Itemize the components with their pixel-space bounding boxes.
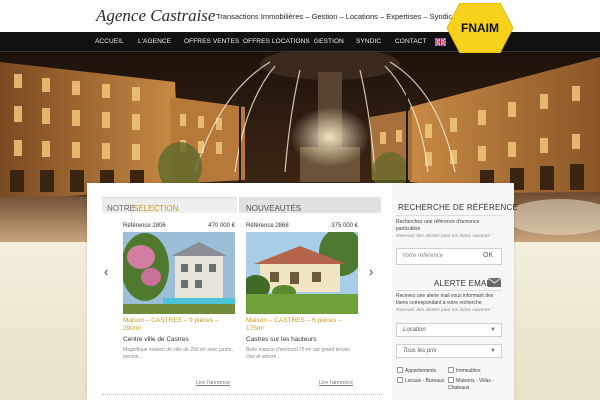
listing-card[interactable]: Référence 2806 470 000 € Maison – CASTRE…: [123, 223, 235, 391]
tab-selection-prefix: NOTRE: [107, 204, 135, 213]
chevron-down-icon: ▼: [490, 348, 496, 354]
divider: [396, 290, 502, 291]
nav-item-gestion[interactable]: GESTION: [314, 32, 344, 52]
listing-photo[interactable]: [246, 232, 358, 314]
divider: [102, 394, 382, 395]
listing-price: 470 000 €: [208, 223, 235, 229]
tab-nouveautes-label: NOUVEAUTÉS: [246, 204, 302, 213]
listing-location: Castres sur les hauteurs: [246, 336, 317, 343]
carousel-next-icon[interactable]: ›: [369, 264, 373, 279]
listing-location: Centre ville de Castres: [123, 336, 189, 343]
agency-tagline: Transactions Immobilières – Gestion – Lo…: [216, 12, 453, 21]
divider: [396, 215, 502, 216]
nav-item-contact[interactable]: CONTACT: [395, 32, 427, 52]
nav-item-offres-locations[interactable]: OFFRES LOCATIONS: [243, 32, 310, 52]
agency-logo[interactable]: Agence Castraise: [96, 6, 215, 26]
nav-item-agence[interactable]: L'AGENCE: [138, 32, 171, 52]
fnaim-label: FNAIM: [461, 21, 499, 35]
read-listing-link[interactable]: Lire l'annonce: [319, 380, 353, 386]
reference-ok-button[interactable]: OK: [483, 252, 493, 259]
location-select[interactable]: Location ▼: [396, 323, 502, 337]
location-select-value: Location: [403, 327, 426, 333]
listing-reference: Référence 2806: [123, 223, 166, 229]
reference-search-hint: Recevoir des alertes pour les biens suiv…: [396, 234, 493, 239]
fnaim-logo[interactable]: FNAIM: [447, 3, 513, 53]
checkbox-maisons-villas[interactable]: Maisons - Villas - Chateaux: [448, 377, 504, 392]
tab-selection-highlight: SÉLECTION: [133, 204, 179, 213]
email-alert-title: ALERTE EMAIL: [434, 279, 494, 288]
checkbox-locaux-bureaux[interactable]: Locaux - Bureaux: [397, 377, 444, 384]
reference-search-text: Recherchez une référence d'annonce parti…: [396, 219, 480, 232]
listing-photo[interactable]: [123, 232, 235, 314]
listing-title[interactable]: Maison – CASTRES – 9 pièces – 290m²: [123, 317, 235, 333]
checkbox-immeubles[interactable]: Immeubles: [448, 367, 480, 374]
listing-title[interactable]: Maison – CASTRES – 6 pièces – 175m²: [246, 317, 358, 333]
listing-card[interactable]: Référence 2868 375 000 € Maison – CASTRE…: [246, 223, 358, 391]
uk-flag-icon[interactable]: [435, 38, 446, 46]
checkbox-appartements[interactable]: Appartements: [397, 367, 436, 374]
reference-search-title: RECHERCHE DE RÉFÉRENCE: [398, 203, 518, 212]
price-select-value: Tous les prix: [403, 348, 437, 354]
email-alert-hint: Recevoir des alertes pour les biens suiv…: [396, 308, 493, 313]
nav-item-offres-ventes[interactable]: OFFRES VENTES: [184, 32, 239, 52]
carousel-prev-icon[interactable]: ‹: [104, 264, 108, 279]
price-select[interactable]: Tous les prix ▼: [396, 344, 502, 358]
nav-item-accueil[interactable]: ACCUEIL: [95, 32, 124, 52]
listing-reference: Référence 2868: [246, 223, 289, 229]
listing-price: 375 000 €: [331, 223, 358, 229]
chevron-down-icon: ▼: [490, 327, 496, 333]
read-listing-link[interactable]: Lire l'annonce: [196, 380, 230, 386]
nav-item-syndic[interactable]: SYNDIC: [356, 32, 381, 52]
listing-description: Magnifique maison de ville de 290 m² ave…: [123, 347, 233, 360]
email-alert-text: Recevez une alerte mail vous informant d…: [396, 293, 494, 306]
mail-icon: [488, 278, 501, 287]
listing-description: Belle maison d'environ175 m² sur grand t…: [246, 347, 350, 360]
